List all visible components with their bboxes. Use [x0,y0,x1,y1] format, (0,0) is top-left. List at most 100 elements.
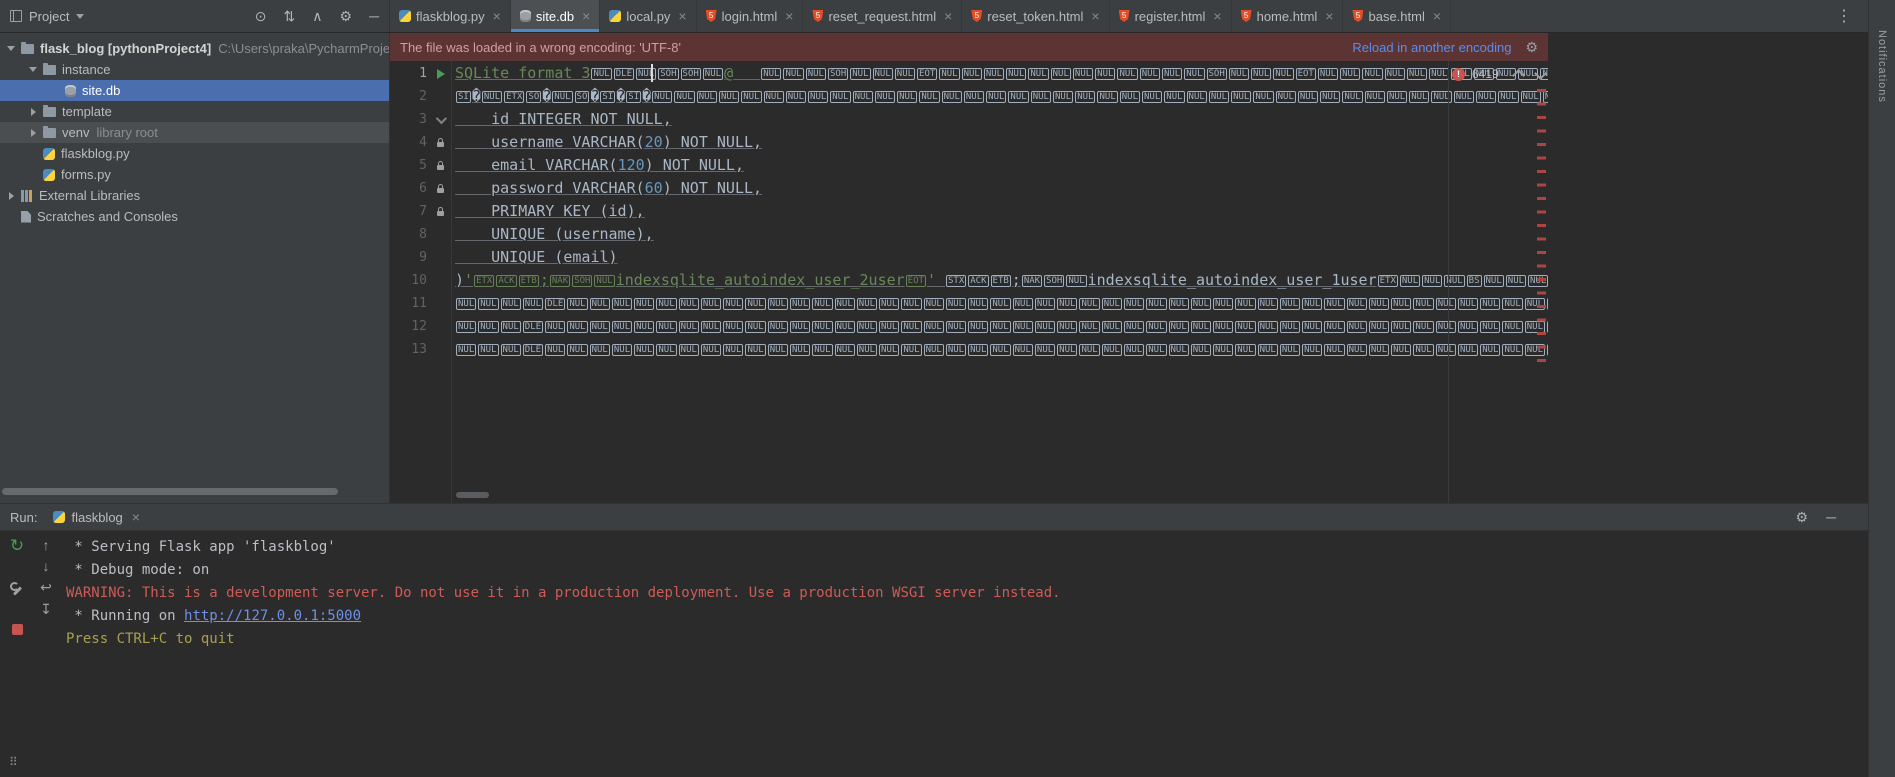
tree-item-instance[interactable]: instance [0,59,389,80]
code-area[interactable]: SQLite format 3 NUL DLE NUL SOH SOH NUL @ NUL NU… [452,61,1548,503]
gutter-icon-slot [432,66,448,82]
stop-icon[interactable] [11,624,23,635]
tree-item-flask-blog-pythonproject4-[interactable]: flask_blog [pythonProject4] C:\Users\prak… [0,38,389,59]
chevron-right-icon[interactable] [6,191,16,200]
tab-flaskblog.py[interactable]: flaskblog.py × [390,0,511,32]
prev-error-icon[interactable] [1511,69,1525,82]
code-segment: PRIMARY KEY (id), [455,202,645,220]
workspace: flask_blog [pythonProject4] C:\Users\prak… [0,33,1868,503]
down-stack-trace-icon[interactable]: ↓ [43,558,50,574]
locate-file-icon[interactable]: ⊙ [255,8,267,25]
error-stripe[interactable] [1537,89,1546,369]
project-panel-title[interactable]: Project [29,9,69,24]
control-char-nul: NUL [552,91,573,103]
reload-encoding-link[interactable]: Reload in another encoding [1352,40,1511,55]
html-file-icon [1240,10,1252,22]
notifications-tab[interactable]: Notifications [1876,30,1888,103]
tab-close-icon[interactable]: × [132,509,140,525]
right-margin-guide [1448,61,1449,503]
tree-item-flaskblog-py[interactable]: flaskblog.py [0,143,389,164]
control-char-nul: NUL [1253,91,1274,103]
console-line: * Running on http://127.0.0.1:5000 [66,605,1860,628]
tab-login.html[interactable]: login.html × [697,0,804,32]
hide-panel-icon[interactable]: ─ [1826,509,1836,526]
wrench-icon[interactable] [10,582,24,596]
tab-site.db[interactable]: site.db × [510,0,601,32]
project-horizontal-scrollbar[interactable] [2,488,338,495]
tab-close-icon[interactable]: × [493,8,501,24]
scroll-to-end-icon[interactable]: ↧ [40,601,52,618]
control-char-soh: SOH [572,275,593,287]
tab-close-icon[interactable]: × [1213,8,1221,24]
control-char-nul: NUL [1168,298,1189,310]
control-char-nul: NUL [986,91,1007,103]
tree-item-template[interactable]: template [0,101,389,122]
run-tab-flaskblog[interactable]: flaskblog × [47,504,146,530]
code-line: PRIMARY KEY (id), [455,200,1548,223]
editor[interactable]: The file was loaded in a wrong encoding:… [390,33,1868,503]
line-number: 7 [419,204,427,219]
tab-close-icon[interactable]: × [582,8,590,24]
tab-home.html[interactable]: home.html × [1232,0,1344,32]
chevron-right-icon[interactable] [28,128,38,137]
tab-close-icon[interactable]: × [678,8,686,24]
gutter-icon-slot [432,342,448,358]
tab-base.html[interactable]: base.html × [1343,0,1452,32]
control-char-nul: NUL [589,298,610,310]
tree-item-external-libraries[interactable]: External Libraries [0,185,389,206]
tree-item-forms-py[interactable]: forms.py [0,164,389,185]
editor-horizontal-scrollbar[interactable] [456,492,489,498]
rerun-icon[interactable]: ↻ [10,537,24,554]
control-char-nul: NUL [808,91,829,103]
tab-reset_token.html[interactable]: reset_token.html × [962,0,1110,32]
hide-panel-icon[interactable]: ─ [369,8,379,24]
tool-windows-grid-icon[interactable]: ⠿ [9,755,18,769]
console-output[interactable]: * Serving Flask app 'flaskblog' * Debug … [66,536,1860,651]
tree-item-venv[interactable]: venv library root [0,122,389,143]
control-char-nul: NUL [674,91,695,103]
run-line-icon[interactable] [437,68,445,79]
chevron-down-icon[interactable] [6,46,16,51]
tab-local.py[interactable]: local.py × [600,0,697,32]
text-cursor [651,64,653,82]
control-char-nul: NUL [1079,321,1100,333]
soft-wrap-icon[interactable]: ↩ [40,579,52,596]
expand-collapse-icon[interactable]: ⇅ [284,8,296,25]
control-char-nul: NUL [1101,344,1122,356]
banner-settings-icon[interactable]: ⚙ [1525,39,1538,56]
console-link[interactable]: http://127.0.0.1:5000 [184,608,361,624]
settings-gear-icon[interactable]: ⚙ [340,8,353,25]
collapse-all-icon[interactable]: ∧ [312,8,322,25]
code-viewport: 1 2 3 4 5 6 7 8 9 10 11 12 13 SQLite format 3 NUL DLE N… [390,61,1868,503]
tab-close-icon[interactable]: × [1091,8,1099,24]
tab-close-icon[interactable]: × [785,8,793,24]
tab-close-icon[interactable]: × [944,8,952,24]
control-char-nul: NUL [1079,298,1100,310]
tab-options-icon[interactable]: ⋮ [1820,0,1868,32]
tab-reset_request.html[interactable]: reset_request.html × [803,0,963,32]
up-stack-trace-icon[interactable]: ↑ [43,537,50,553]
settings-gear-icon[interactable]: ⚙ [1796,509,1809,526]
tree-item-scratches-and-consoles[interactable]: Scratches and Consoles [0,206,389,227]
tree-item-label: site.db [82,83,121,98]
chevron-right-icon[interactable] [28,107,38,116]
chevron-down-icon[interactable] [28,67,38,72]
control-char-nul: NUL [968,344,989,356]
control-char-nul: NUL [1324,298,1345,310]
control-char-nul: NUL [1413,321,1434,333]
control-char-stx: STX [946,275,967,287]
gutter-icon-slot [432,296,448,312]
fold-icon[interactable] [435,112,448,124]
tree-item-site-db[interactable]: site.db [0,80,389,101]
tab-close-icon[interactable]: × [1433,8,1441,24]
tab-label: reset_request.html [828,8,937,24]
gutter-icon-slot [432,273,448,289]
tab-close-icon[interactable]: × [1325,8,1333,24]
tab-register.html[interactable]: register.html × [1110,0,1232,32]
gutter-row: 1 [390,62,451,85]
control-char-nul: NUL [1213,344,1234,356]
chevron-down-icon[interactable] [76,13,85,19]
control-char-nul: NUL [1034,344,1056,356]
next-error-icon[interactable] [1533,66,1547,80]
py-file-icon [399,10,411,22]
